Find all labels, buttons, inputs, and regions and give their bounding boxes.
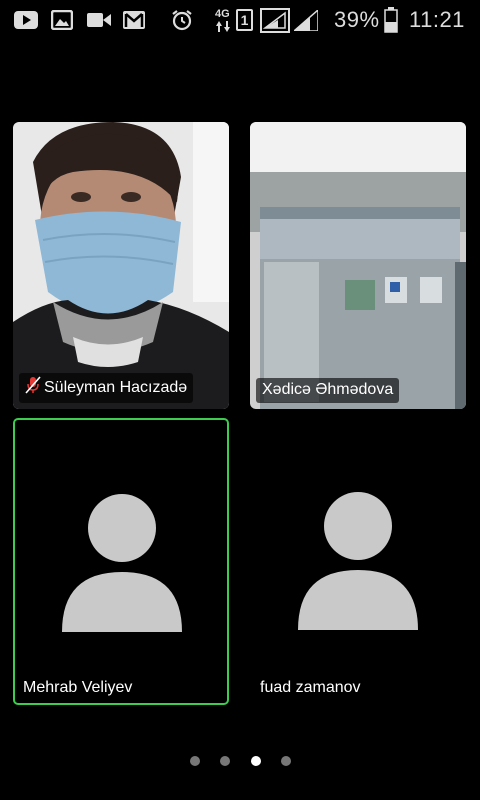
participant-tile[interactable]: Süleyman Hacızadə: [13, 122, 229, 409]
participant-tile[interactable]: Xədicə Əhmədova: [250, 122, 466, 409]
status-bar: 4G 1 39% 11:21: [0, 0, 480, 40]
participant-tile-active-speaker[interactable]: Mehrab Veliyev: [13, 418, 229, 705]
clock: 11:21: [409, 7, 465, 32]
avatar-placeholder-icon: [62, 494, 182, 632]
participant-name: Mehrab Veliyev: [23, 679, 133, 696]
youtube-icon: [14, 11, 38, 29]
alarm-icon: [171, 9, 193, 31]
gmail-icon: [123, 11, 145, 29]
signal-bars-icon: [294, 10, 318, 31]
participant-tile[interactable]: fuad zamanov: [250, 418, 466, 705]
participant-name: Xədicə Əhmədova: [262, 381, 394, 398]
4g-signal-icon: 4G: [215, 8, 230, 20]
avatar-placeholder-icon: [298, 492, 418, 630]
page-dot[interactable]: [190, 756, 200, 766]
participant-video: [250, 122, 466, 409]
signal-bars-icon: [260, 8, 290, 33]
battery-icon: [384, 7, 398, 33]
page-dot[interactable]: [220, 756, 230, 766]
page-dot[interactable]: [281, 756, 291, 766]
participant-name-label: Xədicə Əhmədova: [256, 378, 400, 403]
participant-name: Süleyman Hacızadə: [44, 378, 188, 396]
page-dot-current[interactable]: [251, 756, 261, 766]
battery-percent: 39%: [334, 7, 380, 32]
sim-icon: 1: [236, 9, 253, 31]
data-arrows-icon: [216, 21, 230, 32]
page-indicator[interactable]: [0, 756, 480, 768]
participant-name-label: Süleyman Hacızadə: [19, 373, 194, 403]
participant-name: fuad zamanov: [260, 679, 361, 696]
participant-video: [13, 122, 229, 409]
video-camera-icon: [87, 12, 111, 28]
microphone-muted-icon: [25, 376, 41, 399]
gallery-icon: [51, 10, 73, 30]
